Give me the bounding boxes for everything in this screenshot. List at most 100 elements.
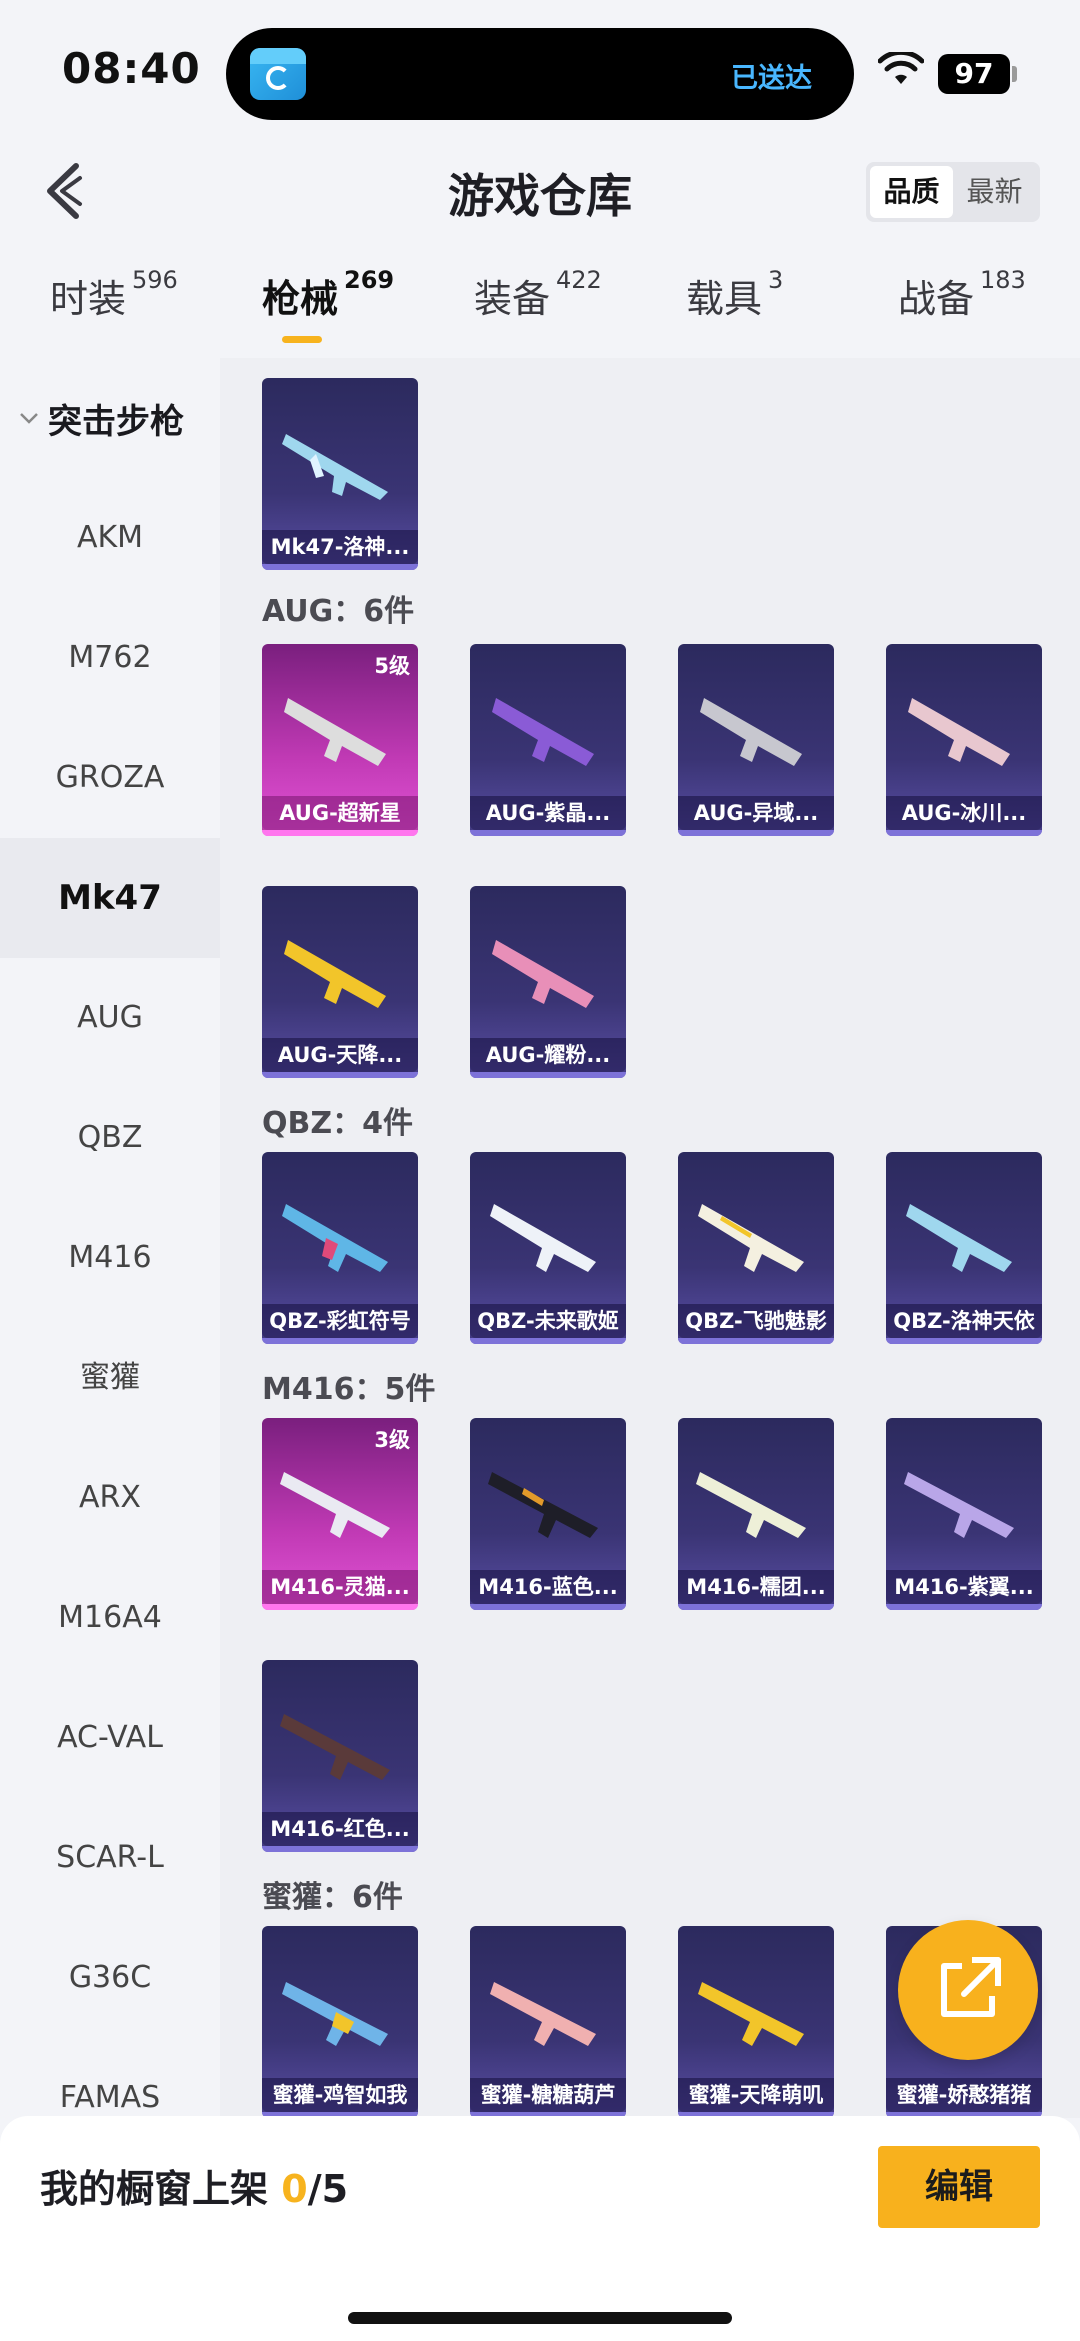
rifle-skin-icon xyxy=(696,1472,806,1538)
sidebar-item-ac-val[interactable]: AC-VAL xyxy=(0,1678,220,1798)
tab-vehicles[interactable]: 载具 3 xyxy=(686,266,784,323)
external-link-icon xyxy=(941,1957,1001,2017)
tab-count: 269 xyxy=(344,266,395,294)
tab-count: 183 xyxy=(980,266,1026,294)
battery-tip xyxy=(1012,66,1017,82)
rifle-skin-icon xyxy=(490,1204,596,1272)
showcase-status: 我的橱窗上架 0/5 xyxy=(40,2158,348,2213)
weapon-card[interactable]: QBZ-飞驰魅影 xyxy=(678,1152,834,1344)
rifle-skin-icon xyxy=(282,434,388,500)
sidebar-item-honey-badger[interactable]: 蜜獾 xyxy=(0,1318,220,1438)
section-title-aug: AUG：6件 xyxy=(262,594,415,629)
rifle-skin-icon xyxy=(284,698,386,766)
rifle-skin-icon xyxy=(282,1982,388,2046)
sidebar-item-scar-l[interactable]: SCAR-L xyxy=(0,1798,220,1918)
weapon-name: Mk47-洛神... xyxy=(262,530,418,564)
tab-count: 3 xyxy=(768,266,784,294)
sidebar-item-arx[interactable]: ARX xyxy=(0,1438,220,1558)
sidebar-item-famas[interactable]: FAMAS xyxy=(0,2038,220,2118)
sort-toggle[interactable]: 品质 最新 xyxy=(866,162,1040,222)
weapon-card[interactable]: Mk47-洛神... xyxy=(262,378,418,570)
weapon-card[interactable]: AUG-天降... xyxy=(262,886,418,1078)
sidebar-item-qbz[interactable]: QBZ xyxy=(0,1078,220,1198)
rifle-skin-icon xyxy=(698,1982,804,2046)
sidebar-item-aug[interactable]: AUG xyxy=(0,958,220,1078)
weapon-card[interactable]: QBZ-洛神天依 xyxy=(886,1152,1042,1344)
island-notice: 已送达 xyxy=(731,63,812,94)
sidebar-item-akm[interactable]: AKM xyxy=(0,478,220,598)
weapon-card[interactable]: 5级 AUG-超新星 xyxy=(262,644,418,836)
showcase-total: /5 xyxy=(307,2167,349,2211)
weapon-name: M416-糯团... xyxy=(678,1570,834,1604)
weapon-name: 蜜獾-鸡智如我 xyxy=(262,2078,418,2112)
weapon-name: QBZ-飞驰魅影 xyxy=(678,1304,834,1338)
sidebar-item-mk47[interactable]: Mk47 xyxy=(0,838,220,958)
weapon-name: M416-红色... xyxy=(262,1812,418,1846)
dynamic-island[interactable]: 已送达 xyxy=(226,28,854,120)
sort-newest-option[interactable]: 最新 xyxy=(953,166,1036,218)
rifle-skin-icon xyxy=(698,1204,804,1272)
weapon-card[interactable]: AUG-异域... xyxy=(678,644,834,836)
weapon-card[interactable]: M416-糯团... xyxy=(678,1418,834,1610)
tab-count: 596 xyxy=(132,266,178,294)
weapon-card[interactable]: QBZ-彩虹符号 xyxy=(262,1152,418,1344)
sidebar-group-label: 突击步枪 xyxy=(48,401,184,442)
weapon-name: M416-紫翼... xyxy=(886,1570,1042,1604)
weapon-card[interactable]: AUG-冰川... xyxy=(886,644,1042,836)
home-indicator[interactable] xyxy=(348,2312,732,2324)
weapon-name: AUG-超新星 xyxy=(262,796,418,830)
tab-weapons[interactable]: 枪械 269 xyxy=(262,266,395,323)
weapon-card[interactable]: AUG-紫晶... xyxy=(470,644,626,836)
weapon-name: AUG-紫晶... xyxy=(470,796,626,830)
weapon-grid[interactable]: Mk47-洛神... AUG：6件 5级 AUG-超新星 AUG-紫晶... A… xyxy=(220,358,1080,2118)
weapon-card[interactable]: AUG-耀粉... xyxy=(470,886,626,1078)
sidebar-group-assault-rifles[interactable]: 突击步枪 xyxy=(0,388,220,448)
weapon-name: 蜜獾-天降萌叽 xyxy=(678,2078,834,2112)
weapon-sidebar[interactable]: 突击步枪 AKM M762 GROZA Mk47 AUG QBZ M416 蜜獾… xyxy=(0,358,220,2118)
tab-count: 422 xyxy=(556,266,602,294)
rifle-skin-icon xyxy=(492,940,594,1008)
tab-equipment[interactable]: 装备 422 xyxy=(474,266,602,323)
section-title-qbz: QBZ：4件 xyxy=(262,1106,413,1141)
weapon-card[interactable]: 蜜獾-天降萌叽 xyxy=(678,1926,834,2118)
weapon-name: AUG-异域... xyxy=(678,796,834,830)
weapon-name: QBZ-洛神天依 xyxy=(886,1304,1042,1338)
rifle-skin-icon xyxy=(490,1982,596,2046)
tab-label: 战备 xyxy=(898,277,975,321)
weapon-name: M416-蓝色... xyxy=(470,1570,626,1604)
sidebar-item-g36c[interactable]: G36C xyxy=(0,1918,220,2038)
tab-label: 载具 xyxy=(686,277,763,321)
weapon-name: 蜜獾-糖糖葫芦 xyxy=(470,2078,626,2112)
tab-supplies[interactable]: 战备 183 xyxy=(898,266,1026,323)
rifle-skin-icon xyxy=(700,698,802,766)
edit-button[interactable]: 编辑 xyxy=(878,2146,1040,2228)
rifle-skin-icon xyxy=(488,1472,598,1538)
weapon-name: QBZ-未来歌姬 xyxy=(470,1304,626,1338)
weapon-card[interactable]: 蜜獾-糖糖葫芦 xyxy=(470,1926,626,2118)
sidebar-item-m16a4[interactable]: M16A4 xyxy=(0,1558,220,1678)
sort-quality-option[interactable]: 品质 xyxy=(870,166,953,218)
weapon-card[interactable]: M416-蓝色... xyxy=(470,1418,626,1610)
weapon-card[interactable]: QBZ-未来歌姬 xyxy=(470,1152,626,1344)
weapon-card[interactable]: M416-红色... xyxy=(262,1660,418,1852)
category-tabs: 时装 596 枪械 269 装备 422 载具 3 战备 183 xyxy=(0,266,1080,348)
rifle-skin-icon xyxy=(904,1472,1014,1538)
showcase-count: 0 xyxy=(281,2167,308,2211)
section-title-m416: M416：5件 xyxy=(262,1372,436,1407)
tab-label: 装备 xyxy=(474,277,551,321)
tab-fashion[interactable]: 时装 596 xyxy=(50,266,178,323)
rifle-skin-icon xyxy=(282,1204,388,1272)
weapon-name: 蜜獾-娇憨猪猪 xyxy=(886,2078,1042,2112)
sidebar-item-groza[interactable]: GROZA xyxy=(0,718,220,838)
status-bar: 08:40 已送达 97 xyxy=(0,0,1080,130)
weapon-name: QBZ-彩虹符号 xyxy=(262,1304,418,1338)
wifi-icon xyxy=(878,52,924,84)
share-button[interactable] xyxy=(898,1920,1038,2060)
sidebar-item-m416[interactable]: M416 xyxy=(0,1198,220,1318)
weapon-card[interactable]: M416-紫翼... xyxy=(886,1418,1042,1610)
weapon-card[interactable]: 3级 M416-灵猫... xyxy=(262,1418,418,1610)
app-icon xyxy=(250,48,306,100)
sidebar-item-m762[interactable]: M762 xyxy=(0,598,220,718)
weapon-card[interactable]: 蜜獾-鸡智如我 xyxy=(262,1926,418,2118)
tab-label: 时装 xyxy=(50,277,127,321)
